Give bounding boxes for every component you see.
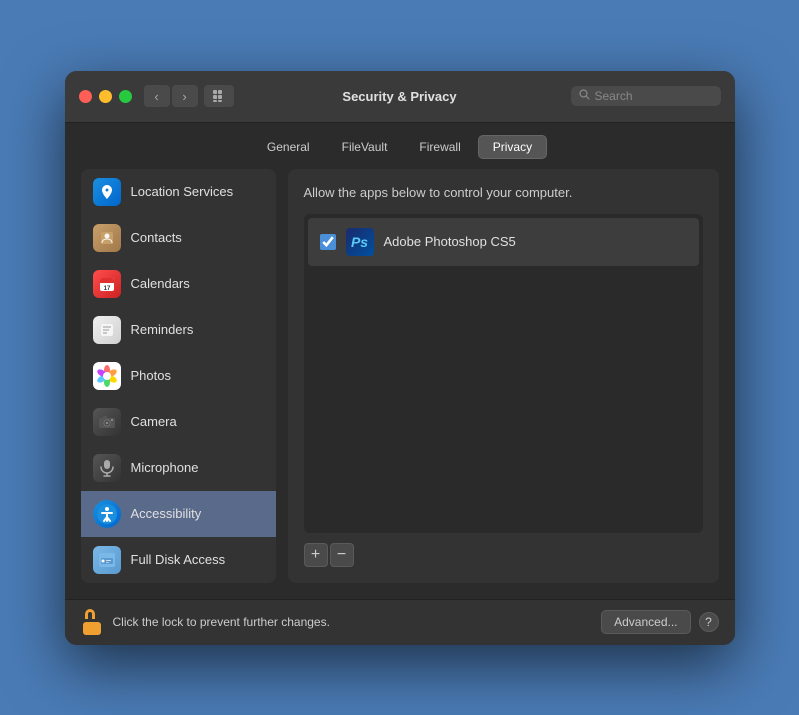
camera-icon (93, 408, 121, 436)
search-input[interactable] (595, 89, 713, 103)
maximize-button[interactable] (119, 90, 132, 103)
advanced-button[interactable]: Advanced... (601, 610, 690, 634)
lock-shackle (85, 609, 95, 619)
sidebar-item-reminders[interactable]: Reminders (81, 307, 276, 353)
app-name: Adobe Photoshop CS5 (384, 234, 516, 249)
tab-general[interactable]: General (252, 135, 325, 159)
calendars-icon: 17 (93, 270, 121, 298)
sidebar-item-location[interactable]: Location Services (81, 169, 276, 215)
tab-privacy[interactable]: Privacy (478, 135, 547, 159)
fulldisk-icon (93, 546, 121, 574)
sidebar-item-calendars[interactable]: 17 Calendars (81, 261, 276, 307)
sidebar-item-microphone[interactable]: Microphone (81, 445, 276, 491)
titlebar: ‹ › Security & Privacy (65, 71, 735, 123)
app-list-item: Ps Adobe Photoshop CS5 (308, 218, 699, 266)
app-checkbox[interactable] (320, 234, 336, 250)
sidebar-item-fulldisk[interactable]: Full Disk Access (81, 537, 276, 583)
tab-filevault[interactable]: FileVault (327, 135, 403, 159)
sidebar-item-label: Full Disk Access (131, 552, 226, 567)
minimize-button[interactable] (99, 90, 112, 103)
tab-firewall[interactable]: Firewall (404, 135, 475, 159)
panel-actions: + − (304, 543, 703, 567)
sidebar-item-label: Camera (131, 414, 177, 429)
search-icon (579, 89, 590, 103)
sidebar-item-label: Contacts (131, 230, 182, 245)
close-button[interactable] (79, 90, 92, 103)
tabs-bar: General FileVault Firewall Privacy (65, 123, 735, 169)
nav-buttons: ‹ › (144, 85, 198, 107)
main-panel: Allow the apps below to control your com… (288, 169, 719, 583)
grid-button[interactable] (204, 85, 234, 107)
remove-button[interactable]: − (330, 543, 354, 567)
sidebar-item-label: Reminders (131, 322, 194, 337)
window-title: Security & Privacy (342, 89, 456, 104)
sidebar-item-contacts[interactable]: Contacts (81, 215, 276, 261)
add-button[interactable]: + (304, 543, 328, 567)
traffic-lights (79, 90, 132, 103)
content-area: Location Services Contacts (65, 169, 735, 599)
app-list: Ps Adobe Photoshop CS5 (304, 214, 703, 533)
sidebar-item-camera[interactable]: Camera (81, 399, 276, 445)
accessibility-icon (93, 500, 121, 528)
sidebar-item-accessibility[interactable]: Accessibility (81, 491, 276, 537)
sidebar-item-label: Accessibility (131, 506, 202, 521)
svg-text:17: 17 (103, 286, 110, 292)
sidebar-item-label: Location Services (131, 184, 234, 199)
sidebar-item-label: Microphone (131, 460, 199, 475)
reminders-icon (93, 316, 121, 344)
sidebar-item-label: Calendars (131, 276, 190, 291)
lock-body (83, 622, 101, 635)
lock-text: Click the lock to prevent further change… (113, 615, 602, 629)
forward-button[interactable]: › (172, 85, 198, 107)
main-window: ‹ › Security & Privacy (65, 71, 735, 645)
microphone-icon (93, 454, 121, 482)
photos-icon (93, 362, 121, 390)
app-icon-photoshop: Ps (346, 228, 374, 256)
lock-icon[interactable] (81, 609, 103, 635)
location-icon (93, 178, 121, 206)
sidebar-item-label: Photos (131, 368, 171, 383)
help-button[interactable]: ? (699, 612, 719, 632)
panel-description: Allow the apps below to control your com… (304, 185, 703, 200)
sidebar: Location Services Contacts (81, 169, 276, 583)
contacts-icon (93, 224, 121, 252)
bottom-bar: Click the lock to prevent further change… (65, 599, 735, 645)
back-button[interactable]: ‹ (144, 85, 170, 107)
search-box[interactable] (571, 86, 721, 106)
sidebar-item-photos[interactable]: Photos (81, 353, 276, 399)
